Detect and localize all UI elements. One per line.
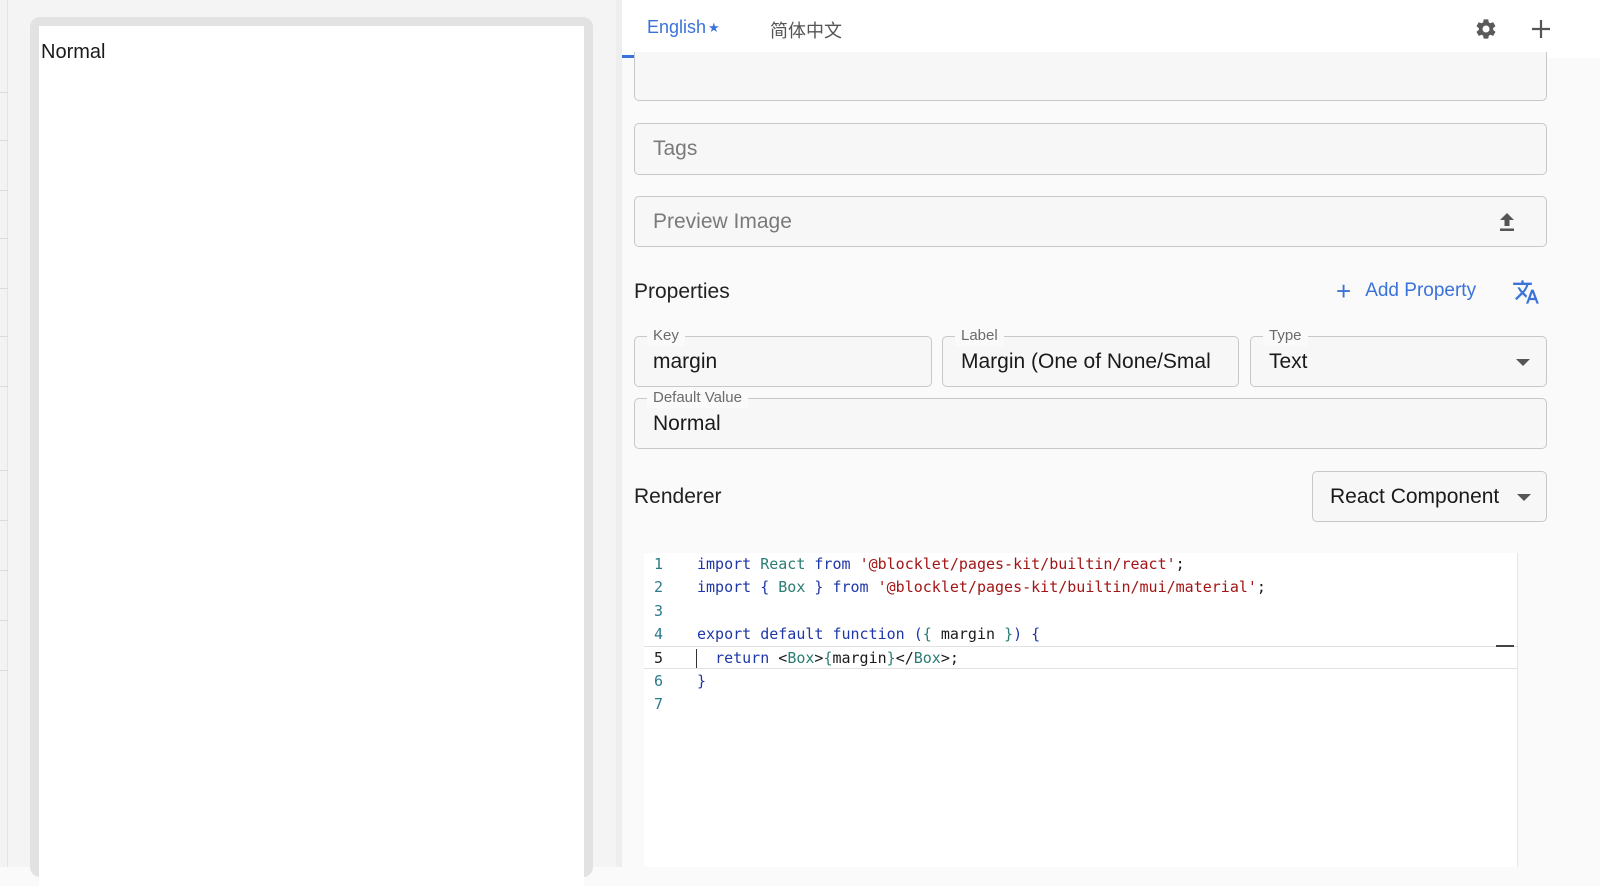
preview-image-placeholder: Preview Image — [653, 209, 792, 233]
renderer-value: React Component — [1330, 484, 1500, 508]
editor-scrollbar[interactable] — [1518, 553, 1536, 867]
tab-label: English — [647, 17, 707, 37]
type-value: Text — [1269, 349, 1308, 373]
renderer-select[interactable]: React Component — [1312, 471, 1547, 522]
code-text: export default function ({ margin }) { — [697, 624, 1041, 643]
gear-icon[interactable] — [1471, 14, 1501, 44]
code-line[interactable]: 3 — [644, 600, 1518, 623]
properties-title: Properties — [634, 280, 730, 303]
preview-image-input[interactable]: Preview Image — [634, 196, 1547, 247]
code-editor[interactable]: 1 import React from '@blocklet/pages-kit/… — [644, 553, 1518, 867]
code-text: } — [697, 671, 707, 690]
property-label-field[interactable]: Label Margin (One of None/Smal — [942, 326, 1239, 387]
scroll-position-marker — [1496, 645, 1514, 647]
code-line[interactable]: 4 export default function ({ margin }) { — [644, 623, 1518, 646]
chevron-down-icon — [1516, 359, 1530, 366]
code-text: import React from '@blocklet/pages-kit/b… — [697, 555, 1185, 573]
add-property-button[interactable]: + Add Property — [1336, 278, 1476, 304]
code-text: return <Box>{margin}</Box>; — [715, 649, 959, 668]
label-value: Margin (One of None/Smal — [961, 349, 1211, 373]
code-text: import { Box } from '@blocklet/pages-kit… — [697, 578, 1266, 597]
tab-simplified-chinese[interactable]: 简体中文 — [770, 17, 842, 43]
preview-canvas[interactable]: Normal — [39, 26, 584, 886]
label-legend: Label — [955, 326, 1004, 346]
property-key-field[interactable]: Key margin — [634, 326, 932, 387]
line-number: 4 — [654, 624, 664, 643]
preview-text: Normal — [41, 41, 106, 63]
line-number: 5 — [654, 649, 664, 668]
modified-star-icon: ★ — [708, 19, 720, 35]
chevron-down-icon — [1517, 494, 1531, 501]
locale-tabbar: English ★ 简体中文 — [622, 0, 1600, 58]
plus-icon: + — [1336, 276, 1352, 306]
preview-frame: Normal — [30, 17, 593, 886]
default-value-legend: Default Value — [647, 388, 748, 408]
tab-english[interactable]: English ★ — [647, 17, 720, 38]
line-number: 2 — [654, 578, 664, 597]
code-line[interactable]: 2 import { Box } from '@blocklet/pages-ki… — [644, 576, 1518, 599]
tab-label: 简体中文 — [770, 21, 842, 41]
preview-area: Normal — [8, 0, 616, 886]
default-value-field[interactable]: Default Value Normal — [634, 388, 1547, 449]
line-number: 7 — [654, 694, 664, 713]
code-line[interactable]: 1 import React from '@blocklet/pages-kit/… — [644, 553, 1518, 576]
key-value: margin — [653, 349, 718, 373]
renderer-title: Renderer — [634, 485, 722, 508]
tags-input[interactable]: Tags — [634, 123, 1547, 175]
property-type-select[interactable]: Type Text — [1250, 326, 1547, 387]
tags-placeholder: Tags — [653, 137, 698, 160]
add-property-label: Add Property — [1365, 280, 1477, 301]
translate-icon[interactable] — [1512, 278, 1540, 306]
left-edge-strip — [0, 0, 8, 867]
code-line[interactable]: 7 — [644, 693, 1518, 716]
line-number: 3 — [654, 601, 664, 620]
type-legend: Type — [1263, 326, 1308, 346]
plus-icon[interactable] — [1526, 14, 1556, 44]
editor-panel: English ★ 简体中文 Tags Preview Image Propert… — [622, 0, 1600, 867]
line-number: 1 — [654, 555, 664, 573]
key-legend: Key — [647, 326, 685, 346]
description-field[interactable] — [634, 52, 1547, 101]
line-number: 6 — [654, 671, 664, 690]
code-line[interactable]: 5 return <Box>{margin}</Box>; — [644, 646, 1518, 670]
upload-icon[interactable] — [1495, 210, 1519, 234]
code-line[interactable]: 6} — [644, 670, 1518, 693]
default-value-value: Normal — [653, 411, 721, 435]
